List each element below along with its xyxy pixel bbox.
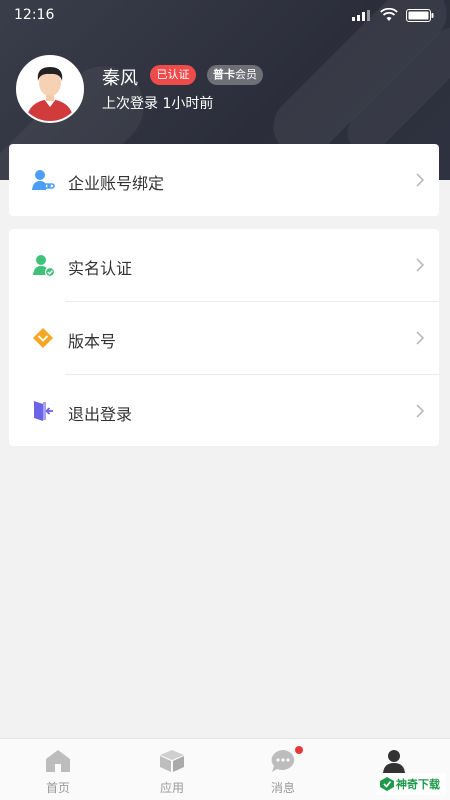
- verified-badge: 已认证: [150, 65, 196, 85]
- tab-label: 首页: [45, 781, 70, 795]
- box-icon: [160, 750, 184, 772]
- wifi-icon: [380, 8, 398, 21]
- member-badge: 普卡会员: [207, 65, 263, 85]
- tab-apps[interactable]: 应用: [116, 739, 228, 800]
- chevron-right-icon: [416, 173, 425, 187]
- chat-icon: [271, 750, 295, 772]
- member-label: 会员: [235, 68, 257, 81]
- watermark-logo-icon: [380, 777, 394, 791]
- chevron-right-icon: [416, 404, 425, 418]
- notification-dot: [295, 746, 303, 754]
- menu-item-label: 企业账号绑定: [68, 174, 165, 193]
- last-login-text: 上次登录 1小时前: [102, 96, 214, 112]
- menu-item-label: 实名认证: [68, 259, 133, 278]
- member-tier: 普卡: [213, 68, 235, 81]
- status-time: 12:16: [14, 7, 55, 23]
- menu-item-label: 退出登录: [68, 405, 133, 424]
- tab-label: 消息: [270, 781, 295, 795]
- menu-item-logout[interactable]: 退出登录: [9, 375, 439, 447]
- menu-item-label: 版本号: [68, 332, 117, 351]
- watermark-text: 神奇下载: [396, 778, 440, 791]
- user-link-icon: [32, 170, 55, 190]
- menu-item-version[interactable]: 版本号: [9, 302, 439, 374]
- logout-door-icon: [34, 401, 53, 421]
- profile-icon: [383, 750, 405, 773]
- tab-messages[interactable]: 消息: [227, 739, 339, 800]
- user-name: 秦风: [102, 68, 138, 89]
- menu-card-settings: 实名认证 版本号 退出登录: [9, 229, 439, 446]
- watermark: 神奇下载: [376, 773, 446, 795]
- tab-label: 应用: [159, 781, 184, 795]
- menu-card-account: 企业账号绑定: [9, 144, 439, 216]
- menu-item-enterprise-binding[interactable]: 企业账号绑定: [9, 144, 439, 216]
- diamond-icon: [33, 328, 53, 348]
- battery-icon: [406, 9, 434, 22]
- tab-home[interactable]: 首页: [2, 739, 114, 800]
- menu-item-real-name-verification[interactable]: 实名认证: [9, 229, 439, 301]
- home-icon: [46, 750, 70, 772]
- chevron-right-icon: [416, 258, 425, 272]
- chevron-right-icon: [416, 331, 425, 345]
- signal-icon: [352, 10, 370, 21]
- avatar[interactable]: [16, 55, 84, 123]
- status-bar: 12:16: [0, 0, 450, 30]
- user-verified-icon: [33, 255, 55, 277]
- avatar-illustration: [18, 57, 82, 121]
